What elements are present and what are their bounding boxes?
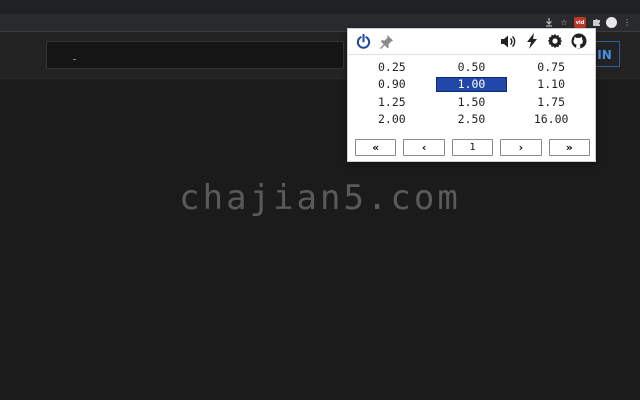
search-input[interactable] <box>46 41 344 69</box>
pin-icon[interactable] <box>378 33 394 49</box>
volume-icon[interactable] <box>500 33 516 49</box>
speed-option[interactable]: 1.25 <box>356 94 428 109</box>
speed-extension-icon[interactable]: vid <box>574 17 586 28</box>
last-page-button[interactable]: » <box>548 139 591 156</box>
next-page-button[interactable]: › <box>500 139 542 156</box>
watermark-text: chajian5.com <box>179 178 461 218</box>
speed-option[interactable]: 2.00 <box>356 112 428 127</box>
prev-page-button[interactable]: ‹ <box>403 139 445 156</box>
speed-option[interactable]: 1.10 <box>515 77 587 92</box>
speed-option[interactable]: 0.50 <box>436 59 508 74</box>
popup-toolbar <box>348 29 595 55</box>
speed-option[interactable]: 1.75 <box>515 94 587 109</box>
speed-option[interactable]: 2.50 <box>436 112 508 127</box>
text-cursor <box>73 59 76 60</box>
speed-option[interactable]: 1.50 <box>436 94 508 109</box>
menu-kebab-icon[interactable]: ⋮ <box>622 18 632 28</box>
pager: « ‹ 1 › » <box>355 139 591 157</box>
extensions-puzzle-icon[interactable] <box>591 18 601 28</box>
speed-grid: 0.25 0.50 0.75 0.90 1.00 1.10 1.25 1.50 1.75 2.00… <box>348 58 595 128</box>
speed-option[interactable]: 0.75 <box>515 59 587 74</box>
gear-icon[interactable] <box>547 33 563 49</box>
power-icon[interactable] <box>355 33 371 49</box>
download-icon[interactable] <box>544 18 554 28</box>
first-page-button[interactable]: « <box>355 139 397 156</box>
speed-option[interactable]: 0.90 <box>356 77 428 92</box>
github-icon[interactable] <box>571 33 587 49</box>
speed-option-active[interactable]: 1.00 <box>435 76 508 92</box>
speed-option[interactable]: 0.25 <box>356 59 428 74</box>
speed-control-popup: 0.25 0.50 0.75 0.90 1.00 1.10 1.25 1.50 1.75 2.00… <box>347 28 596 162</box>
bookmark-star-icon[interactable]: ☆ <box>559 18 569 28</box>
profile-avatar-icon[interactable] <box>606 17 617 28</box>
lightning-icon[interactable] <box>524 33 540 49</box>
browser-tabstrip <box>0 0 640 14</box>
page-number: 1 <box>451 139 494 156</box>
speed-option[interactable]: 16.00 <box>515 112 587 127</box>
